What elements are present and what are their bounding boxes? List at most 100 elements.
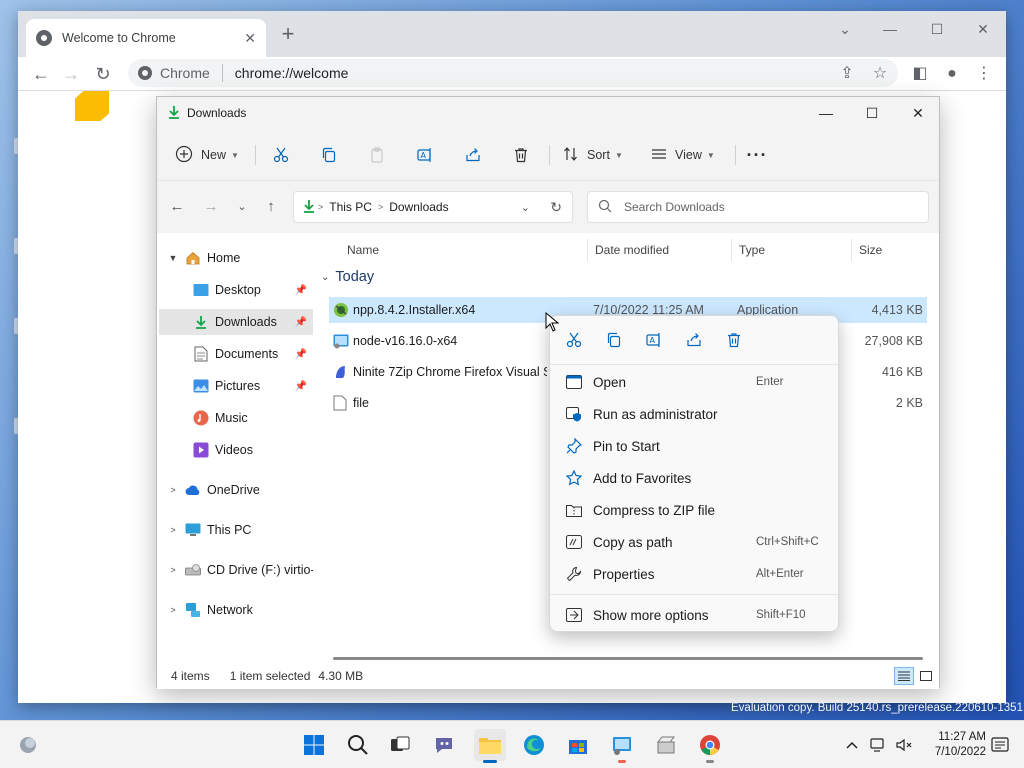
menu-item-copy-as-path[interactable]: Copy as path Ctrl+Shift+C [554,527,834,557]
address-dropdown-chevron-icon[interactable]: ⌄ [521,201,530,214]
chrome-minimize-button[interactable]: — [878,17,902,41]
profile-avatar-icon[interactable]: ● [940,62,964,86]
plus-circle-icon [175,145,193,166]
column-header-size[interactable]: Size [859,239,882,261]
tab-search-chevron-icon[interactable]: ⌄ [833,17,857,41]
details-view-icon[interactable] [894,667,914,685]
share-icon[interactable] [680,326,708,354]
widgets-icon[interactable] [12,729,44,761]
side-panel-icon[interactable]: ◧ [908,62,932,86]
back-icon[interactable]: ← [165,195,189,219]
chrome-close-button[interactable]: ✕ [971,17,995,41]
menu-item-open[interactable]: Open Enter [554,367,834,397]
search-input[interactable] [622,199,912,215]
nav-item-videos[interactable]: Videos [159,437,313,463]
task-view-icon[interactable] [384,729,416,761]
file-explorer-taskbar-icon[interactable] [474,729,506,763]
chrome-maximize-button[interactable]: ☐ [925,17,949,41]
tiles-view-icon[interactable] [916,667,936,685]
explorer-minimize-button[interactable]: — [803,97,849,129]
rename-icon[interactable]: A [411,141,439,169]
menu-item-add-to-favorites[interactable]: Add to Favorites [554,463,834,493]
show-hidden-icons-chevron-icon[interactable] [842,735,862,755]
share-icon[interactable]: ⇪ [835,62,859,86]
nav-item-pictures[interactable]: Pictures 📌 [159,373,313,399]
column-header-name[interactable]: Name [347,239,379,261]
chrome-tab-strip: Welcome to Chrome ✕ + ⌄ — ☐ ✕ [18,11,1006,57]
refresh-icon[interactable]: ↻ [550,199,562,216]
forward-icon[interactable]: → [199,195,223,219]
menu-item-run-as-administrator[interactable]: Run as administrator [554,399,834,429]
copy-icon[interactable] [315,141,343,169]
chrome-tab[interactable]: Welcome to Chrome ✕ [26,19,266,57]
view-button[interactable]: View ▼ [651,141,715,169]
column-divider[interactable] [587,239,588,261]
chrome-taskbar-icon[interactable] [694,729,726,763]
column-header-type[interactable]: Type [739,239,765,261]
menu-item-show-more-options[interactable]: Show more options Shift+F10 [554,600,834,630]
column-divider[interactable] [851,239,852,261]
up-icon[interactable]: ↑ [259,195,283,219]
chrome-menu-icon[interactable]: ⋮ [972,62,996,86]
paste-icon[interactable] [363,141,391,169]
breadcrumb-downloads[interactable]: Downloads [389,200,448,214]
nav-item-music[interactable]: Music [159,405,313,431]
installer-app-icon[interactable] [606,729,638,763]
address-bar[interactable]: > This PC > Downloads ⌄ ↻ [293,191,573,223]
more-options-icon[interactable]: ··· [743,141,771,169]
nav-item-onedrive[interactable]: > OneDrive [159,477,313,503]
nav-item-home[interactable]: ▼ Home [159,245,313,271]
new-tab-button[interactable]: + [276,23,300,47]
chevron-right-icon[interactable]: > [165,525,181,535]
menu-item-label: Run as administrator [593,406,718,422]
edge-browser-icon[interactable] [518,729,550,761]
search-icon[interactable] [342,729,374,761]
menu-item-compress-to-zip[interactable]: Compress to ZIP file [554,495,834,525]
microsoft-store-icon[interactable] [562,729,594,761]
open-app-icon [566,374,582,390]
breadcrumb-this-pc[interactable]: This PC [329,200,372,214]
setup-app-icon[interactable] [650,729,682,761]
delete-icon[interactable] [720,326,748,354]
menu-item-properties[interactable]: Properties Alt+Enter [554,559,834,589]
search-box[interactable] [587,191,929,223]
explorer-close-button[interactable]: ✕ [895,97,941,129]
menu-item-pin-to-start[interactable]: Pin to Start [554,431,834,461]
forward-icon[interactable]: → [58,61,84,87]
horizontal-scrollbar[interactable] [333,657,923,660]
chevron-right-icon[interactable]: > [165,605,181,615]
teams-chat-icon[interactable] [428,729,460,761]
nav-item-documents[interactable]: Documents 📌 [159,341,313,367]
notification-icon[interactable] [990,735,1010,755]
close-tab-icon[interactable]: ✕ [244,30,256,47]
system-clock[interactable]: 11:27 AM 7/10/2022 [920,730,986,760]
sort-button[interactable]: Sort ▼ [563,141,623,169]
new-button[interactable]: New ▼ [175,141,239,169]
network-status-icon[interactable] [868,735,888,755]
nav-item-desktop[interactable]: Desktop 📌 [159,277,313,303]
explorer-maximize-button[interactable]: ☐ [849,97,895,129]
omnibox[interactable]: Chrome chrome://welcome [128,59,898,87]
cut-icon[interactable] [560,326,588,354]
nav-item-downloads[interactable]: Downloads 📌 [159,309,313,335]
delete-icon[interactable] [507,141,535,169]
back-icon[interactable]: ← [28,61,54,87]
group-header-today[interactable]: ⌄ Today [321,269,374,285]
chevron-down-icon[interactable]: ▼ [165,253,181,263]
nav-item-this-pc[interactable]: > This PC [159,517,313,543]
cut-icon[interactable] [267,141,295,169]
column-header-date-modified[interactable]: Date modified [595,239,669,261]
bookmark-star-icon[interactable]: ☆ [868,62,892,86]
rename-icon[interactable]: A [640,326,668,354]
chevron-right-icon[interactable]: > [165,565,181,575]
nav-item-cd-drive[interactable]: > CD Drive (F:) virtio-w [159,557,313,583]
share-icon[interactable] [459,141,487,169]
column-divider[interactable] [731,239,732,261]
reload-icon[interactable]: ↻ [90,61,116,87]
chevron-right-icon[interactable]: > [165,485,181,495]
recent-locations-chevron-icon[interactable]: ⌄ [230,195,254,219]
nav-item-network[interactable]: > Network [159,597,313,623]
volume-muted-icon[interactable] [894,735,914,755]
start-button-icon[interactable] [298,729,330,761]
copy-icon[interactable] [600,326,628,354]
